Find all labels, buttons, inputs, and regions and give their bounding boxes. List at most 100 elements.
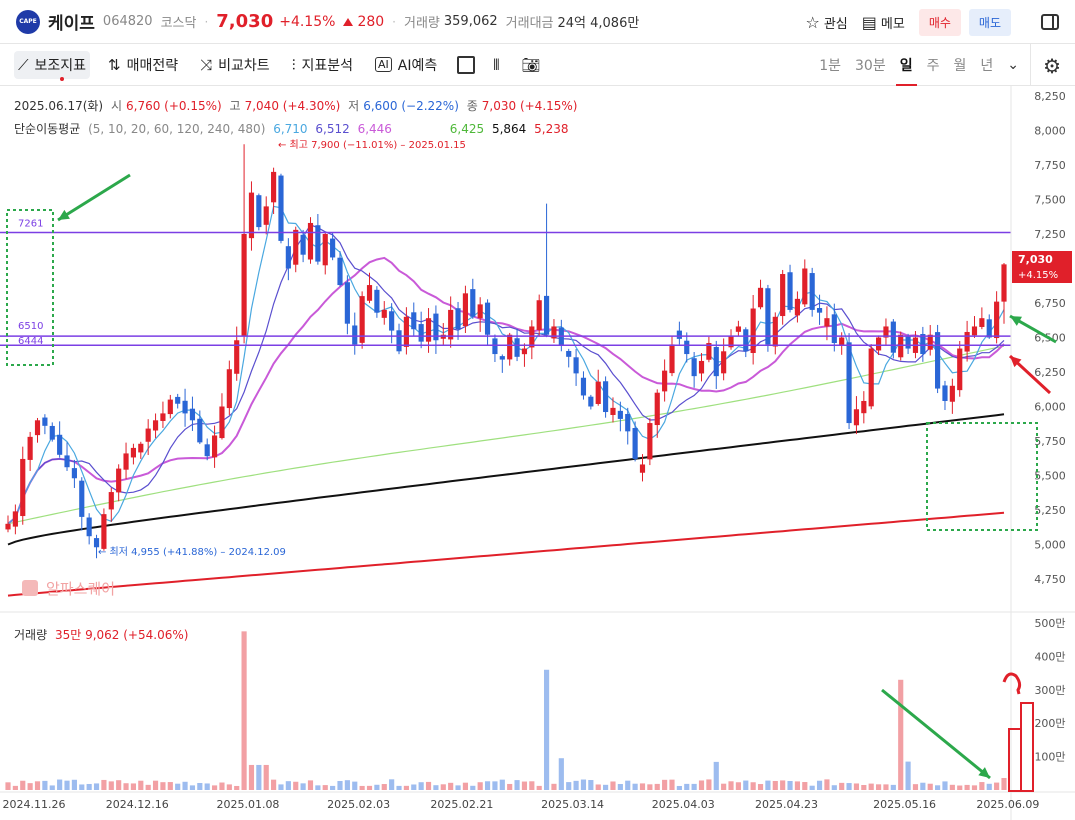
candle-body <box>890 321 896 353</box>
level-label: 6510 <box>18 321 43 332</box>
volume-bar <box>551 783 557 790</box>
open-value: 6,760 (+0.15%) <box>126 99 222 113</box>
volume-bar <box>802 782 808 790</box>
star-icon: ☆ <box>805 12 820 32</box>
candle-body <box>123 453 129 470</box>
volume-bar <box>374 784 380 790</box>
timeframe-day[interactable]: 일 <box>895 44 917 86</box>
ai-predict-button[interactable]: AI AI예측 <box>371 51 441 79</box>
volume-bar <box>942 781 948 790</box>
candle-type-button[interactable]: ⫴ <box>489 51 503 79</box>
memo-button[interactable]: ▤ 메모 <box>862 13 905 32</box>
volume-bar <box>566 782 572 790</box>
watermark-text: 알파스퀘어 <box>46 580 115 598</box>
timeframe-week[interactable]: 주 <box>927 44 940 86</box>
indicator-button[interactable]: ⟋ 보조지표 <box>14 50 91 81</box>
strategy-button[interactable]: ⇅ 매매전략 <box>104 51 182 79</box>
watch-button[interactable]: ☆ 관심 <box>806 13 848 32</box>
volume-bar <box>698 780 705 790</box>
candle-body <box>816 308 823 313</box>
candle-body <box>484 302 491 335</box>
volume-bar <box>971 785 978 790</box>
ma-periods: (5, 10, 20, 60, 120, 240, 480) <box>88 122 266 136</box>
volume-bar <box>337 781 343 790</box>
sell-button[interactable]: 매도 <box>968 8 1011 36</box>
volume-bar <box>617 784 623 790</box>
candle-body <box>898 334 904 358</box>
ma-label: 단순이동평균 <box>14 122 81 136</box>
volume-bar <box>86 783 92 790</box>
candle-body <box>935 332 941 389</box>
volume-bar <box>735 782 741 790</box>
volume-bar <box>381 784 387 790</box>
volume-bar <box>34 781 41 790</box>
volume-bar <box>868 783 874 790</box>
volume-bar <box>27 783 33 790</box>
candle-body <box>691 358 697 377</box>
compare-button[interactable]: ⤨ 비교차트 <box>196 51 274 79</box>
side-panel-icon[interactable] <box>1041 14 1059 30</box>
candle-body <box>654 392 660 426</box>
candle-body <box>381 309 387 318</box>
volume-bar <box>935 785 941 790</box>
screenshot-button[interactable]: 📷︎ <box>518 51 545 79</box>
volume-bar <box>507 783 513 790</box>
gear-icon[interactable]: ⚙ <box>1043 54 1061 78</box>
price-chart[interactable]: 8,2508,0007,7507,5007,2507,0006,7506,500… <box>0 86 1075 820</box>
buy-button[interactable]: 매수 <box>918 8 961 36</box>
volume-label: 거래량 <box>404 16 440 31</box>
volume-bar <box>957 785 963 790</box>
price-tick-label: 6,250 <box>1034 366 1066 379</box>
volume-tick-label: 500만 <box>1034 617 1065 630</box>
ma-value-120: 6,425 <box>449 122 485 136</box>
volume-bar <box>307 780 314 790</box>
timeframe-30min[interactable]: 30분 <box>855 44 886 86</box>
timeframe-group: 1분 30분 일 주 월 년 ⌄ <box>805 44 1019 86</box>
amount-value: 24억 4,086만 <box>557 16 640 31</box>
candle-body <box>809 273 815 310</box>
candle-body <box>130 447 137 458</box>
volume-bar <box>499 779 505 790</box>
volume-bar <box>12 785 18 790</box>
candle-body <box>824 318 830 327</box>
volume-bar <box>809 785 815 790</box>
timeframe-month[interactable]: 월 <box>953 44 966 86</box>
date-tick-label: 2025.05.16 <box>873 798 936 811</box>
volume-bar <box>42 780 48 790</box>
volume-bar <box>20 780 26 790</box>
volume-bar <box>632 783 638 790</box>
candlestick-icon: ⫴ <box>493 55 500 74</box>
price-tick-label: 5,750 <box>1034 435 1066 448</box>
candle-body <box>529 326 535 348</box>
candle-body <box>735 326 741 332</box>
volume-info: 거래량 35만 9,062 (+54.06%) <box>14 626 192 643</box>
price-tick-label: 5,250 <box>1034 504 1066 517</box>
timeframe-1min[interactable]: 1분 <box>819 44 841 86</box>
volume-bar <box>839 782 845 790</box>
date-tick-label: 2024.11.26 <box>3 798 66 811</box>
volume-bar <box>964 784 970 790</box>
square-icon[interactable] <box>457 55 476 74</box>
candle-body <box>477 304 483 319</box>
volume-bars <box>5 631 1007 790</box>
volume-bar <box>64 780 70 790</box>
analysis-button[interactable]: ⫶ 지표분석 <box>288 51 357 79</box>
amount-label: 거래대금 <box>505 16 554 31</box>
stock-code: 064820 <box>102 14 153 29</box>
volume-bar <box>920 782 926 790</box>
volume-bar <box>204 783 210 790</box>
timeframe-year[interactable]: 년 <box>980 44 993 86</box>
candle-body <box>595 381 601 404</box>
volume-bar <box>411 784 417 790</box>
price-tick-label: 8,250 <box>1034 90 1066 103</box>
price-tick-label: 7,750 <box>1034 159 1066 172</box>
candle-body <box>160 413 166 421</box>
volume-bar <box>300 783 306 790</box>
chevron-down-icon[interactable]: ⌄ <box>1007 44 1019 86</box>
stock-header: CAPE 케이프 064820 코스닥 · 7,030 +4.15% 280 ·… <box>0 0 1075 44</box>
indicator-label: 보조지표 <box>35 55 86 81</box>
candle-body <box>772 316 778 347</box>
candle-body <box>20 458 26 517</box>
candle-body <box>396 330 402 352</box>
candle-body <box>632 427 638 459</box>
